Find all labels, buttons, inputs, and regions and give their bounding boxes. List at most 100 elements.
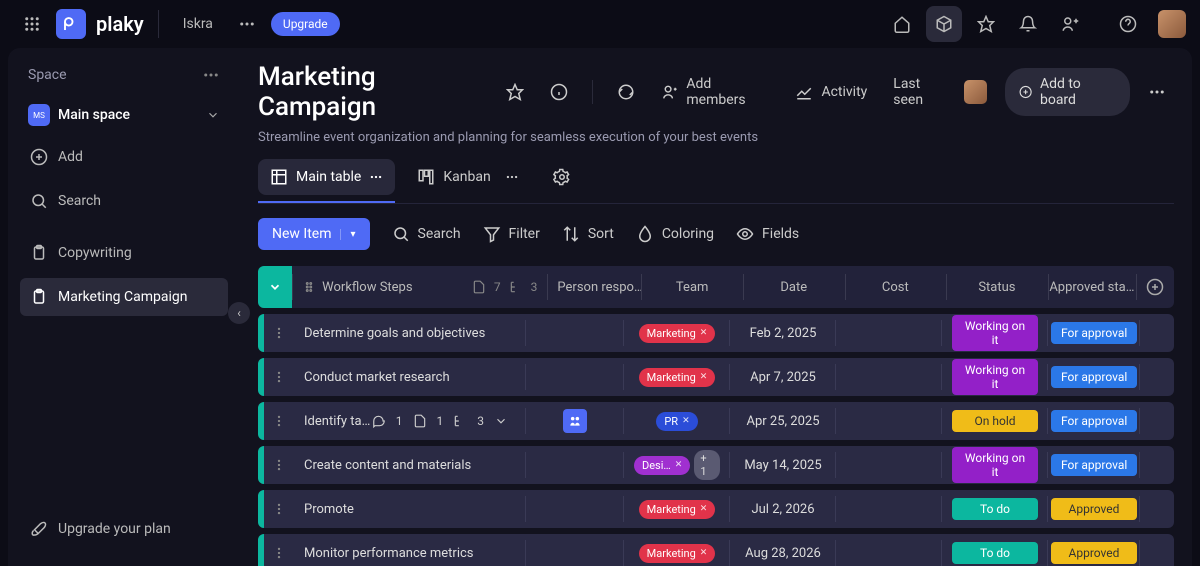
team-tag[interactable]: Marketing ✕ [639, 544, 716, 563]
add-members-button[interactable]: Add members [653, 70, 777, 114]
help-icon[interactable] [1110, 6, 1146, 42]
column-header-name[interactable]: Workflow Steps 7 3 [292, 266, 547, 308]
cell-team[interactable]: Marketing ✕ [624, 534, 730, 566]
column-header-team[interactable]: Team [641, 266, 743, 308]
cell-approved[interactable]: Approved [1048, 490, 1140, 528]
cell-status[interactable]: Working on it [942, 358, 1048, 396]
column-header-cost[interactable]: Cost [845, 266, 947, 308]
status-pill[interactable]: Working on it [952, 447, 1038, 483]
invite-icon[interactable] [1052, 6, 1088, 42]
tab-kanban[interactable]: Kanban [405, 159, 530, 195]
team-tag[interactable]: Marketing ✕ [639, 368, 716, 387]
favorite-button[interactable] [498, 77, 532, 107]
view-settings-button[interactable] [541, 159, 583, 195]
table-row[interactable]: Promote Marketing ✕ Jul 2, 2026 To do Ap… [258, 490, 1174, 528]
column-header-date[interactable]: Date [743, 266, 845, 308]
sidebar-item-copywriting[interactable]: Copywriting [20, 234, 228, 272]
approved-pill[interactable]: For approval [1051, 366, 1137, 388]
add-column-button[interactable] [1136, 266, 1174, 308]
cell-person[interactable] [526, 358, 624, 396]
table-row[interactable]: Identify targe… 1 1 3 PR ✕ Apr 25, 2025 … [258, 402, 1174, 440]
cell-person[interactable] [526, 402, 624, 440]
column-header-status[interactable]: Status [946, 266, 1048, 308]
bell-icon[interactable] [1010, 6, 1046, 42]
cell-approved[interactable]: For approval [1048, 314, 1140, 352]
box-icon[interactable] [926, 6, 962, 42]
row-menu-button[interactable] [264, 458, 294, 472]
sidebar-item-marketing[interactable]: Marketing Campaign [20, 278, 228, 316]
cell-person[interactable] [526, 490, 624, 528]
cell-cost[interactable] [836, 314, 942, 352]
cell-approved[interactable]: Approved [1048, 534, 1140, 566]
table-row[interactable]: Create content and materials Desi… ✕+ 1 … [258, 446, 1174, 484]
cell-cost[interactable] [836, 402, 942, 440]
more-button[interactable] [1140, 77, 1174, 107]
row-menu-button[interactable] [264, 370, 294, 384]
cell-date[interactable]: Jul 2, 2026 [730, 490, 836, 528]
search-tool[interactable]: Search [392, 225, 461, 243]
cell-status[interactable]: Working on it [942, 314, 1048, 352]
more-icon[interactable] [369, 170, 383, 184]
cell-approved[interactable]: For approval [1048, 446, 1140, 484]
upgrade-button[interactable]: Upgrade [271, 12, 340, 36]
filter-tool[interactable]: Filter [483, 225, 540, 243]
workspace-name[interactable]: Iskra [173, 10, 223, 38]
cell-date[interactable]: Apr 25, 2025 [730, 402, 836, 440]
space-selector[interactable]: MS Main space [20, 98, 228, 132]
cell-status[interactable]: On hold [942, 402, 1048, 440]
sidebar-add[interactable]: Add [20, 138, 228, 176]
column-header-approved[interactable]: Approved sta… [1048, 266, 1136, 308]
automation-button[interactable] [609, 77, 643, 107]
cell-name[interactable]: Identify targe… 1 1 3 [294, 402, 526, 440]
chevron-down-icon[interactable]: ▾ [340, 229, 356, 240]
cell-approved[interactable]: For approval [1048, 402, 1140, 440]
cell-team[interactable]: Marketing ✕ [624, 490, 730, 528]
approved-pill[interactable]: For approval [1051, 410, 1137, 432]
cell-name[interactable]: Promote [294, 490, 526, 528]
cell-person[interactable] [526, 314, 624, 352]
cell-team[interactable]: Marketing ✕ [624, 314, 730, 352]
cell-cost[interactable] [836, 534, 942, 566]
cell-date[interactable]: May 14, 2025 [730, 446, 836, 484]
cell-person[interactable] [526, 534, 624, 566]
row-menu-button[interactable] [264, 326, 294, 340]
status-pill[interactable]: To do [952, 542, 1038, 564]
more-icon[interactable] [202, 66, 220, 84]
avatar[interactable] [1158, 10, 1186, 38]
coloring-tool[interactable]: Coloring [636, 225, 714, 243]
row-menu-button[interactable] [264, 546, 294, 560]
cell-cost[interactable] [836, 358, 942, 396]
cell-status[interactable]: To do [942, 534, 1048, 566]
sort-tool[interactable]: Sort [562, 225, 614, 243]
table-row[interactable]: Monitor performance metrics Marketing ✕ … [258, 534, 1174, 566]
more-tags-pill[interactable]: + 1 [694, 450, 720, 480]
cell-cost[interactable] [836, 490, 942, 528]
cell-date[interactable]: Feb 2, 2025 [730, 314, 836, 352]
column-header-person[interactable]: Person respo… [547, 266, 641, 308]
cell-name[interactable]: Determine goals and objectives [294, 314, 526, 352]
apps-icon[interactable] [14, 6, 50, 42]
approved-pill[interactable]: Approved [1051, 498, 1137, 520]
approved-pill[interactable]: For approval [1051, 454, 1137, 476]
remove-tag-icon[interactable]: ✕ [700, 372, 708, 382]
table-row[interactable]: Conduct market research Marketing ✕ Apr … [258, 358, 1174, 396]
cell-name[interactable]: Conduct market research [294, 358, 526, 396]
last-seen[interactable]: Last seen [885, 70, 994, 114]
info-button[interactable] [542, 77, 576, 107]
tab-main-table[interactable]: Main table [258, 159, 395, 195]
team-tag[interactable]: PR ✕ [656, 412, 697, 431]
activity-button[interactable]: Activity [787, 77, 875, 107]
sidebar-search[interactable]: Search [20, 182, 228, 220]
cell-status[interactable]: To do [942, 490, 1048, 528]
row-menu-button[interactable] [264, 414, 294, 428]
approved-pill[interactable]: For approval [1051, 322, 1137, 344]
team-tag[interactable]: Marketing ✕ [639, 500, 716, 519]
row-menu-button[interactable] [264, 502, 294, 516]
approved-pill[interactable]: Approved [1051, 542, 1137, 564]
cell-name[interactable]: Monitor performance metrics [294, 534, 526, 566]
status-pill[interactable]: Working on it [952, 315, 1038, 351]
cell-date[interactable]: Aug 28, 2026 [730, 534, 836, 566]
cell-approved[interactable]: For approval [1048, 358, 1140, 396]
cell-person[interactable] [526, 446, 624, 484]
status-pill[interactable]: On hold [952, 410, 1038, 432]
